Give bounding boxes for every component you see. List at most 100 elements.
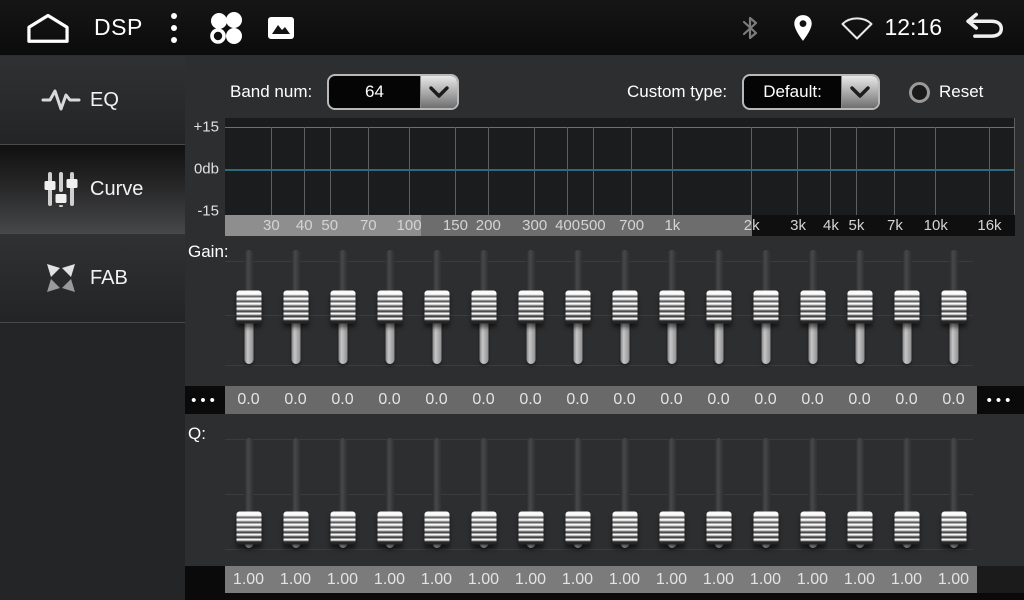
band-num-dropdown[interactable]: 64 xyxy=(327,74,459,110)
q-band-slider[interactable] xyxy=(695,436,742,552)
bands-prev-button[interactable]: ••• xyxy=(185,386,225,414)
q-band-slider[interactable] xyxy=(742,436,789,552)
gain-band-slider[interactable] xyxy=(507,248,554,368)
home-icon[interactable] xyxy=(26,13,70,43)
q-band-slider[interactable] xyxy=(272,436,319,552)
q-band-slider[interactable] xyxy=(648,436,695,552)
q-band-slider[interactable] xyxy=(883,436,930,552)
gain-band-slider[interactable] xyxy=(836,248,883,368)
q-band-slider[interactable] xyxy=(366,436,413,552)
sidebar-item-eq[interactable]: EQ xyxy=(0,56,185,145)
slider-thumb[interactable] xyxy=(706,291,731,324)
slider-thumb[interactable] xyxy=(424,512,449,545)
slider-thumb[interactable] xyxy=(706,512,731,545)
slider-thumb[interactable] xyxy=(800,512,825,545)
back-icon[interactable] xyxy=(960,12,1006,44)
gain-band-slider[interactable] xyxy=(789,248,836,368)
freq-tick-label: 200 xyxy=(476,215,501,236)
gain-value: 0.0 xyxy=(601,386,648,414)
band-num-value: 64 xyxy=(329,76,420,108)
bluetooth-icon xyxy=(740,14,760,42)
slider-thumb[interactable] xyxy=(471,291,496,324)
q-value: 1.00 xyxy=(366,566,413,593)
q-band-slider[interactable] xyxy=(789,436,836,552)
gain-band-slider[interactable] xyxy=(319,248,366,368)
q-value: 1.00 xyxy=(225,566,272,593)
sidebar-item-curve[interactable]: Curve xyxy=(0,145,185,234)
q-sliders xyxy=(225,436,977,552)
q-band-slider[interactable] xyxy=(460,436,507,552)
app-title: DSP xyxy=(94,14,143,41)
gain-band-slider[interactable] xyxy=(742,248,789,368)
slider-thumb[interactable] xyxy=(612,291,637,324)
q-band-slider[interactable] xyxy=(413,436,460,552)
slider-thumb[interactable] xyxy=(894,291,919,324)
chevron-down-icon[interactable] xyxy=(841,76,878,108)
slider-thumb[interactable] xyxy=(565,512,590,545)
slider-thumb[interactable] xyxy=(518,512,543,545)
gain-band-slider[interactable] xyxy=(695,248,742,368)
slider-thumb[interactable] xyxy=(894,512,919,545)
slider-thumb[interactable] xyxy=(471,512,496,545)
freq-tick-label: 100 xyxy=(397,215,422,236)
gain-band-slider[interactable] xyxy=(460,248,507,368)
slider-thumb[interactable] xyxy=(941,291,966,324)
gain-values-row: ••• 0.00.00.00.00.00.00.00.00.00.00.00.0… xyxy=(185,386,1024,414)
gallery-icon[interactable] xyxy=(267,16,295,40)
freq-tick-label: 150 xyxy=(443,215,468,236)
slider-thumb[interactable] xyxy=(283,512,308,545)
gain-band-slider[interactable] xyxy=(366,248,413,368)
slider-thumb[interactable] xyxy=(236,291,261,324)
q-band-slider[interactable] xyxy=(601,436,648,552)
gain-band-slider[interactable] xyxy=(272,248,319,368)
y-tick-minus15: -15 xyxy=(185,203,219,220)
gain-band-slider[interactable] xyxy=(883,248,930,368)
q-band-slider[interactable] xyxy=(554,436,601,552)
q-value: 1.00 xyxy=(272,566,319,593)
q-label: Q: xyxy=(188,424,206,444)
gain-band-slider[interactable] xyxy=(554,248,601,368)
gridline xyxy=(751,127,752,215)
freq-tick-label: 30 xyxy=(263,215,280,236)
q-band-slider[interactable] xyxy=(836,436,883,552)
slider-thumb[interactable] xyxy=(330,291,355,324)
slider-thumb[interactable] xyxy=(518,291,543,324)
y-tick-plus15: +15 xyxy=(185,119,219,136)
slider-thumb[interactable] xyxy=(283,291,308,324)
eq-curve-plot[interactable] xyxy=(225,118,1015,215)
slider-thumb[interactable] xyxy=(659,512,684,545)
gain-band-slider[interactable] xyxy=(930,248,977,368)
chevron-down-icon[interactable] xyxy=(420,76,457,108)
slider-thumb[interactable] xyxy=(377,291,402,324)
slider-thumb[interactable] xyxy=(330,512,355,545)
top-bar: DSP xyxy=(0,0,1024,56)
gain-band-slider[interactable] xyxy=(648,248,695,368)
apps-clover-icon[interactable] xyxy=(207,9,245,47)
slider-thumb[interactable] xyxy=(659,291,684,324)
q-band-slider[interactable] xyxy=(225,436,272,552)
slider-thumb[interactable] xyxy=(424,291,449,324)
slider-thumb[interactable] xyxy=(565,291,590,324)
q-values-row: 1.001.001.001.001.001.001.001.001.001.00… xyxy=(185,566,1024,593)
slider-thumb[interactable] xyxy=(753,512,778,545)
slider-thumb[interactable] xyxy=(800,291,825,324)
q-band-slider[interactable] xyxy=(319,436,366,552)
gain-band-slider[interactable] xyxy=(601,248,648,368)
slider-thumb[interactable] xyxy=(236,512,261,545)
slider-thumb[interactable] xyxy=(941,512,966,545)
gain-band-slider[interactable] xyxy=(413,248,460,368)
sidebar-item-fab[interactable]: FAB xyxy=(0,234,185,323)
slider-thumb[interactable] xyxy=(753,291,778,324)
custom-type-dropdown[interactable]: Default: xyxy=(742,74,880,110)
reset-radio[interactable] xyxy=(909,82,930,103)
kebab-menu-icon[interactable] xyxy=(169,11,179,45)
reset-control[interactable]: Reset xyxy=(909,74,983,110)
q-band-slider[interactable] xyxy=(930,436,977,552)
q-band-slider[interactable] xyxy=(507,436,554,552)
slider-thumb[interactable] xyxy=(612,512,637,545)
slider-thumb[interactable] xyxy=(847,291,872,324)
slider-thumb[interactable] xyxy=(377,512,402,545)
slider-thumb[interactable] xyxy=(847,512,872,545)
gain-band-slider[interactable] xyxy=(225,248,272,368)
bands-next-button[interactable]: ••• xyxy=(977,386,1024,414)
